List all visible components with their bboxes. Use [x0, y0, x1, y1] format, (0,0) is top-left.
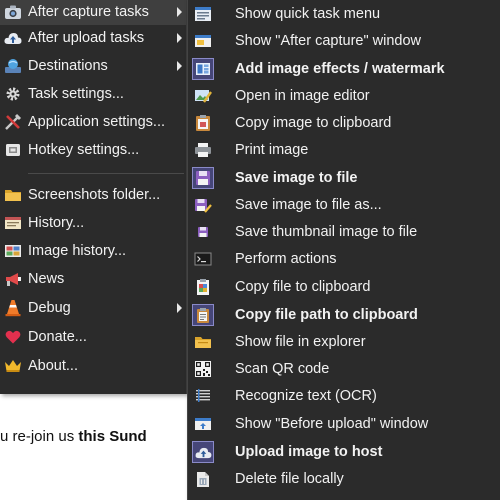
image-history-icon	[4, 242, 22, 260]
camera-icon	[4, 3, 22, 21]
menu-item-screenshots-folder[interactable]: Screenshots folder...	[0, 182, 186, 208]
submenu-item-show-file-in-explorer[interactable]: Show file in explorer	[188, 329, 500, 355]
menu-item-news[interactable]: News	[0, 266, 186, 292]
menu-item-debug[interactable]: Debug	[0, 295, 186, 321]
submenu-item-scan-qr-code[interactable]: Scan QR code	[188, 356, 500, 382]
tools-icon	[4, 113, 22, 131]
save-thumbnail-icon	[193, 222, 213, 242]
background-text-bold: this Sund	[78, 428, 147, 445]
menu-item-about[interactable]: About...	[0, 353, 186, 379]
clipboard-path-icon	[192, 304, 214, 326]
submenu-arrow-icon	[177, 33, 182, 43]
floppy-disk-icon	[192, 167, 214, 189]
submenu-item-copy-image-to-clipboard[interactable]: Copy image to clipboard	[188, 110, 500, 136]
submenu-item-show-after-capture-window[interactable]: Show "After capture" window	[188, 28, 500, 54]
before-upload-window-icon	[193, 414, 213, 434]
submenu-item-save-thumbnail[interactable]: Save thumbnail image to file	[188, 219, 500, 245]
save-as-icon	[193, 195, 213, 215]
submenu-item-add-image-effects[interactable]: Add image effects / watermark	[188, 56, 500, 82]
submenu-arrow-icon	[177, 61, 182, 71]
menu-separator	[28, 173, 184, 174]
copy-file-icon	[193, 277, 213, 297]
clipboard-image-icon	[193, 113, 213, 133]
submenu-item-copy-file-path[interactable]: Copy file path to clipboard	[188, 302, 500, 328]
cloud-upload-icon	[192, 441, 214, 463]
folder-icon	[4, 186, 22, 204]
submenu-item-upload-image-to-host[interactable]: Upload image to host	[188, 439, 500, 465]
submenu-item-save-image-to-file-as[interactable]: Save image to file as...	[188, 192, 500, 218]
explorer-folder-icon	[193, 332, 213, 352]
gear-icon	[4, 85, 22, 103]
submenu-item-print-image[interactable]: Print image	[188, 137, 500, 163]
keyboard-icon	[4, 141, 22, 159]
menu-item-history[interactable]: History...	[0, 210, 186, 236]
submenu-item-recognize-text-ocr[interactable]: Recognize text (OCR)	[188, 383, 500, 409]
page: u re-join us this Sund After capture tas…	[0, 0, 500, 500]
after-capture-tasks-submenu: Show quick task menu Show "After capture…	[187, 0, 500, 500]
submenu-arrow-icon	[177, 303, 182, 313]
printer-icon	[193, 140, 213, 160]
menu-item-after-capture-tasks[interactable]: After capture tasks	[0, 0, 186, 25]
menu-item-after-upload-tasks[interactable]: After upload tasks	[0, 25, 186, 51]
delete-file-icon	[193, 469, 213, 489]
submenu-item-show-before-upload-window[interactable]: Show "Before upload" window	[188, 411, 500, 437]
menu-item-donate[interactable]: Donate...	[0, 324, 186, 350]
submenu-item-save-image-to-file[interactable]: Save image to file	[188, 165, 500, 191]
submenu-item-show-quick-task-menu[interactable]: Show quick task menu	[188, 1, 500, 27]
ocr-icon	[193, 386, 213, 406]
qr-code-icon	[193, 359, 213, 379]
menu-item-destinations[interactable]: Destinations	[0, 53, 186, 79]
submenu-item-perform-actions[interactable]: Perform actions	[188, 246, 500, 272]
menu-item-image-history[interactable]: Image history...	[0, 238, 186, 264]
submenu-item-open-in-image-editor[interactable]: Open in image editor	[188, 83, 500, 109]
after-capture-window-icon	[193, 31, 213, 51]
main-context-menu: After capture tasks After upload tasks D…	[0, 0, 187, 394]
history-icon	[4, 214, 22, 232]
quick-task-menu-icon	[193, 4, 213, 24]
terminal-icon	[193, 249, 213, 269]
crown-icon	[4, 357, 22, 375]
heart-icon	[4, 328, 22, 346]
cloud-upload-icon	[4, 29, 22, 47]
megaphone-icon	[4, 270, 22, 288]
destinations-icon	[4, 57, 22, 75]
menu-item-hotkey-settings[interactable]: Hotkey settings...	[0, 137, 186, 163]
background-text-regular: u re-join us	[0, 428, 79, 445]
background-document-text: u re-join us this Sund	[0, 428, 147, 445]
image-effects-icon	[192, 58, 214, 80]
menu-item-task-settings[interactable]: Task settings...	[0, 81, 186, 107]
menu-item-application-settings[interactable]: Application settings...	[0, 109, 186, 135]
submenu-arrow-icon	[177, 7, 182, 17]
traffic-cone-icon	[4, 299, 22, 317]
image-editor-icon	[193, 86, 213, 106]
submenu-item-delete-file-locally[interactable]: Delete file locally	[188, 466, 500, 492]
submenu-item-copy-file-to-clipboard[interactable]: Copy file to clipboard	[188, 274, 500, 300]
